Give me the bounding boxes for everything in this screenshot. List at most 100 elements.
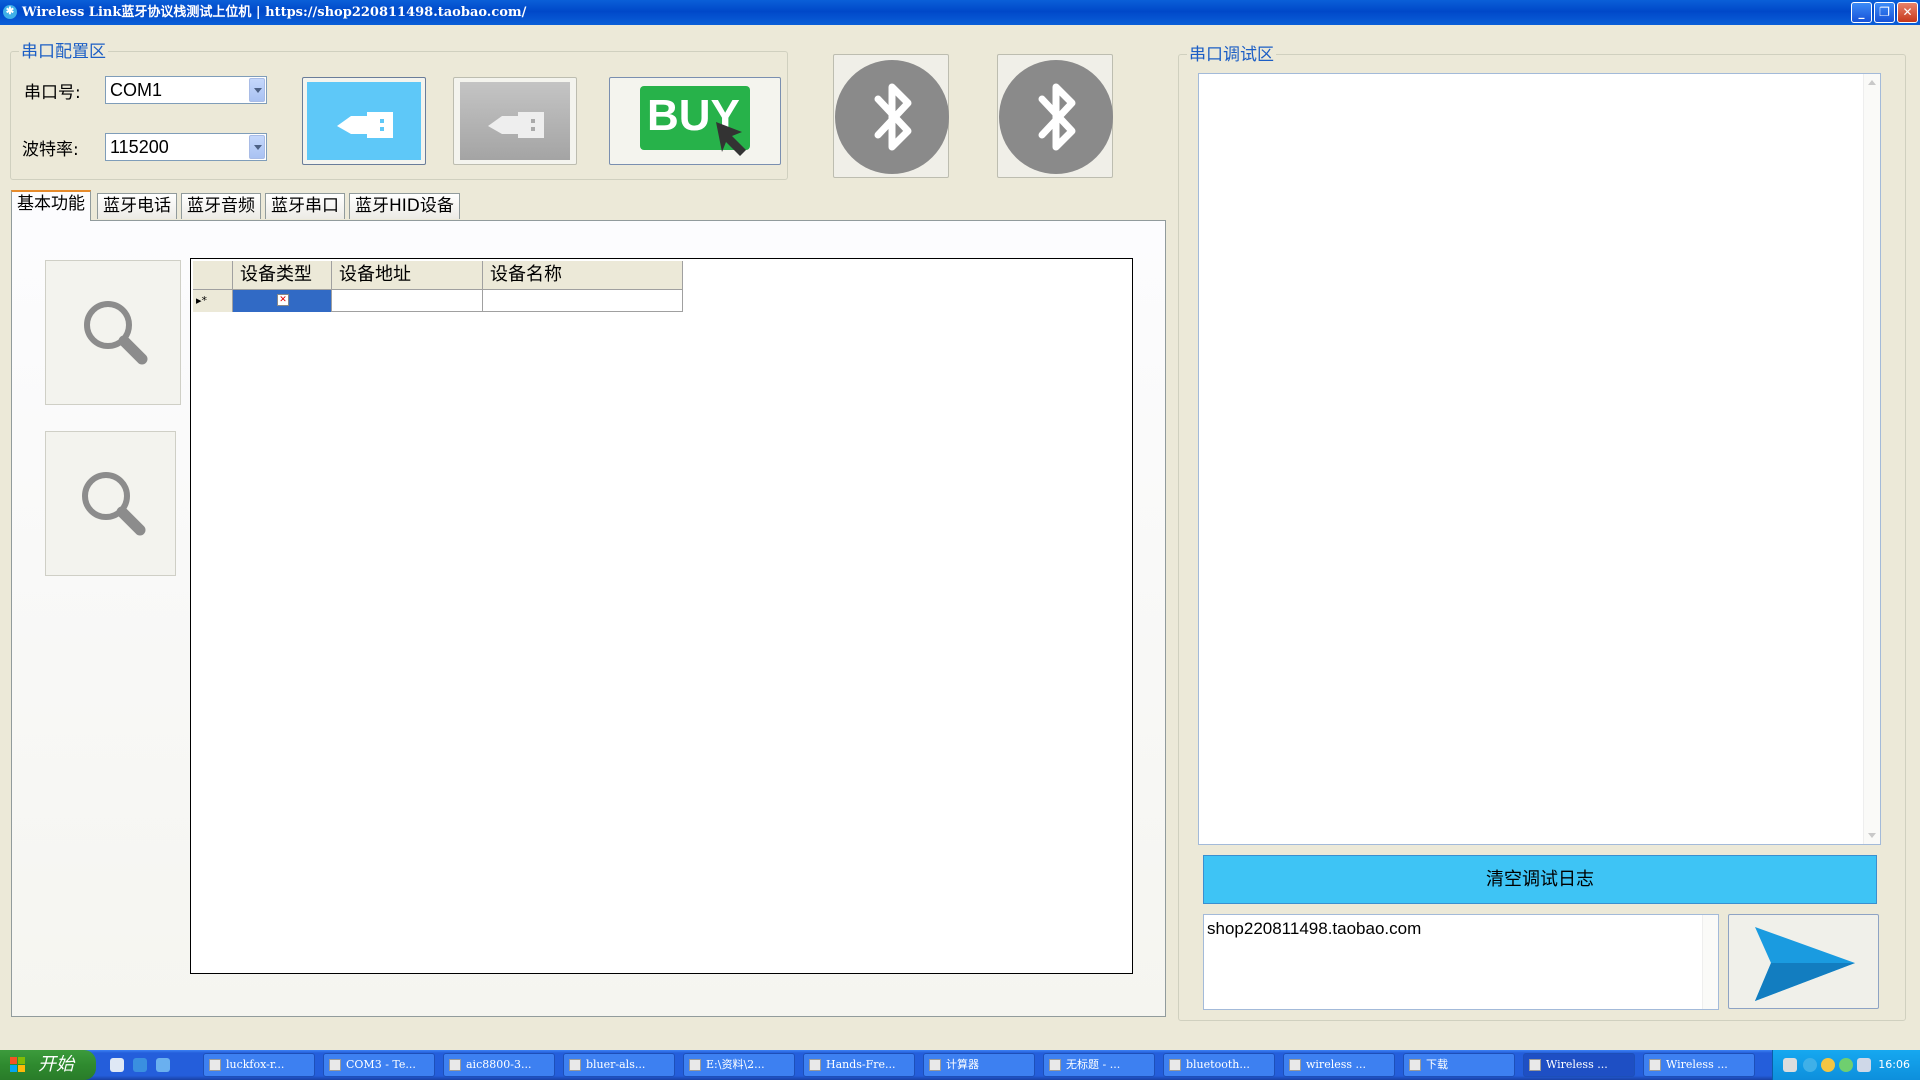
taskbar-item[interactable]: Wireless ... xyxy=(1643,1053,1755,1077)
windows-logo-icon xyxy=(10,1057,25,1072)
port-label: 串口号: xyxy=(24,83,81,103)
taskbar-item[interactable]: 下载 xyxy=(1403,1053,1515,1077)
tab-serial[interactable]: 蓝牙串口 xyxy=(265,193,345,219)
new-row-header[interactable]: ▸* xyxy=(193,290,233,312)
port-value: COM1 xyxy=(110,80,163,100)
app-icon xyxy=(569,1059,581,1071)
taskbar-item[interactable]: COM3 - Te... xyxy=(323,1053,435,1077)
taskbar-item[interactable]: aic8800-3... xyxy=(443,1053,555,1077)
bluetooth-icon xyxy=(835,60,949,174)
taskbar-item-label: 无标题 - ... xyxy=(1066,1058,1121,1071)
send-arrow-icon xyxy=(1755,927,1855,1001)
taskbar-item[interactable]: 无标题 - ... xyxy=(1043,1053,1155,1077)
search-button-2[interactable] xyxy=(45,431,176,576)
network-icon[interactable] xyxy=(1783,1058,1797,1072)
usb-connect-button[interactable] xyxy=(302,77,426,165)
close-button[interactable]: ✕ xyxy=(1897,2,1918,23)
taskbar-item[interactable]: luckfox-r... xyxy=(203,1053,315,1077)
baud-select[interactable]: 115200 xyxy=(105,133,267,161)
table-cell-name[interactable] xyxy=(483,290,683,312)
grid-corner xyxy=(193,261,233,290)
volume-icon[interactable] xyxy=(1857,1058,1871,1072)
column-header-type[interactable]: 设备类型 xyxy=(233,261,332,290)
baud-value: 115200 xyxy=(110,137,169,157)
taskbar: 开始 luckfox-r... COM3 - Te... aic8800-3..… xyxy=(0,1050,1920,1080)
chevron-down-icon[interactable] xyxy=(249,78,265,102)
device-grid[interactable]: 设备类型 设备地址 设备名称 ▸* ✕ xyxy=(190,258,1133,974)
bluetooth-tray-icon[interactable] xyxy=(1803,1058,1817,1072)
ie-quicklaunch-icon[interactable] xyxy=(133,1058,147,1072)
bluetooth-app-icon: ✱ xyxy=(3,5,17,19)
table-cell-address[interactable] xyxy=(332,290,483,312)
log-scrollbar[interactable] xyxy=(1863,74,1880,844)
bluetooth-button-2[interactable] xyxy=(997,54,1113,178)
taskbar-item[interactable]: E:\资料\2... xyxy=(683,1053,795,1077)
taskbar-item-label: Wireless ... xyxy=(1666,1058,1728,1071)
taskbar-item[interactable]: bluer-als... xyxy=(563,1053,675,1077)
taskbar-item[interactable]: Wireless ... xyxy=(1523,1053,1635,1077)
usb-icon xyxy=(460,82,570,160)
start-button[interactable]: 开始 xyxy=(0,1050,96,1080)
bluetooth-icon xyxy=(999,60,1113,174)
taskbar-item[interactable]: 计算器 xyxy=(923,1053,1035,1077)
taskbar-item-label: bluetooth... xyxy=(1186,1058,1250,1071)
tab-hid[interactable]: 蓝牙HID设备 xyxy=(349,193,460,219)
app-icon xyxy=(1049,1059,1061,1071)
maximize-button[interactable]: ❐ xyxy=(1874,2,1895,23)
app-icon xyxy=(449,1059,461,1071)
broken-image-icon: ✕ xyxy=(277,294,289,306)
taskbar-item-label: Hands-Fre... xyxy=(826,1058,896,1071)
chevron-down-icon[interactable] xyxy=(249,135,265,159)
tab-basic[interactable]: 基本功能 xyxy=(11,190,91,221)
app-icon xyxy=(689,1059,701,1071)
column-header-name[interactable]: 设备名称 xyxy=(483,261,683,290)
window-title: Wireless Link蓝牙协议栈测试上位机 | https://shop22… xyxy=(22,5,527,20)
taskbar-item[interactable]: bluetooth... xyxy=(1163,1053,1275,1077)
browser-quicklaunch-icon[interactable] xyxy=(156,1058,170,1072)
send-text-input[interactable]: shop220811498.taobao.com xyxy=(1203,914,1719,1010)
folder-icon xyxy=(1409,1059,1421,1071)
calculator-icon xyxy=(929,1059,941,1071)
debug-log-textarea[interactable] xyxy=(1198,73,1881,845)
send-scrollbar[interactable] xyxy=(1702,915,1718,1009)
title-bar: ✱ Wireless Link蓝牙协议栈测试上位机 | https://shop… xyxy=(0,0,1920,25)
serial-debug-title: 串口调试区 xyxy=(1187,45,1276,65)
bluetooth-button-1[interactable] xyxy=(833,54,949,178)
taskbar-item[interactable]: wireless ... xyxy=(1283,1053,1395,1077)
tray-app-icon[interactable] xyxy=(1839,1058,1853,1072)
taskbar-item-label: bluer-als... xyxy=(586,1058,646,1071)
pdf-icon xyxy=(809,1059,821,1071)
firefox-icon xyxy=(1169,1059,1181,1071)
minimize-button[interactable]: _ xyxy=(1851,2,1872,23)
usb-icon xyxy=(307,82,421,160)
app-icon xyxy=(1649,1059,1661,1071)
table-cell-type[interactable]: ✕ xyxy=(233,290,332,312)
app-icon xyxy=(1289,1059,1301,1071)
port-select[interactable]: COM1 xyxy=(105,76,267,104)
tab-audio[interactable]: 蓝牙音频 xyxy=(181,193,261,219)
taskbar-item-label: 计算器 xyxy=(946,1058,979,1071)
serial-config-title: 串口配置区 xyxy=(19,42,108,62)
send-text-value: shop220811498.taobao.com xyxy=(1207,919,1422,938)
search-icon xyxy=(82,472,146,536)
usb-disconnect-button[interactable] xyxy=(453,77,577,165)
scroll-down-icon[interactable] xyxy=(1868,833,1876,838)
cursor-icon xyxy=(716,122,746,156)
scan-button[interactable] xyxy=(45,260,181,405)
taskbar-item-label: aic8800-3... xyxy=(466,1058,532,1071)
buy-button[interactable]: BUY xyxy=(609,77,781,165)
taskbar-item-label: luckfox-r... xyxy=(226,1058,285,1071)
scroll-up-icon[interactable] xyxy=(1868,80,1876,85)
app-icon xyxy=(209,1059,221,1071)
qq-icon[interactable] xyxy=(1821,1058,1835,1072)
search-icon xyxy=(84,301,148,365)
bluetooth-icon xyxy=(1529,1059,1541,1071)
taskbar-item[interactable]: Hands-Fre... xyxy=(803,1053,915,1077)
desktop-quicklaunch-icon[interactable] xyxy=(110,1058,124,1072)
taskbar-item-label: wireless ... xyxy=(1306,1058,1367,1071)
column-header-address[interactable]: 设备地址 xyxy=(332,261,483,290)
send-button[interactable] xyxy=(1728,914,1879,1009)
clear-log-button[interactable]: 清空调试日志 xyxy=(1203,855,1877,904)
tab-phone[interactable]: 蓝牙电话 xyxy=(97,193,177,219)
taskbar-item-label: 下载 xyxy=(1426,1058,1448,1071)
